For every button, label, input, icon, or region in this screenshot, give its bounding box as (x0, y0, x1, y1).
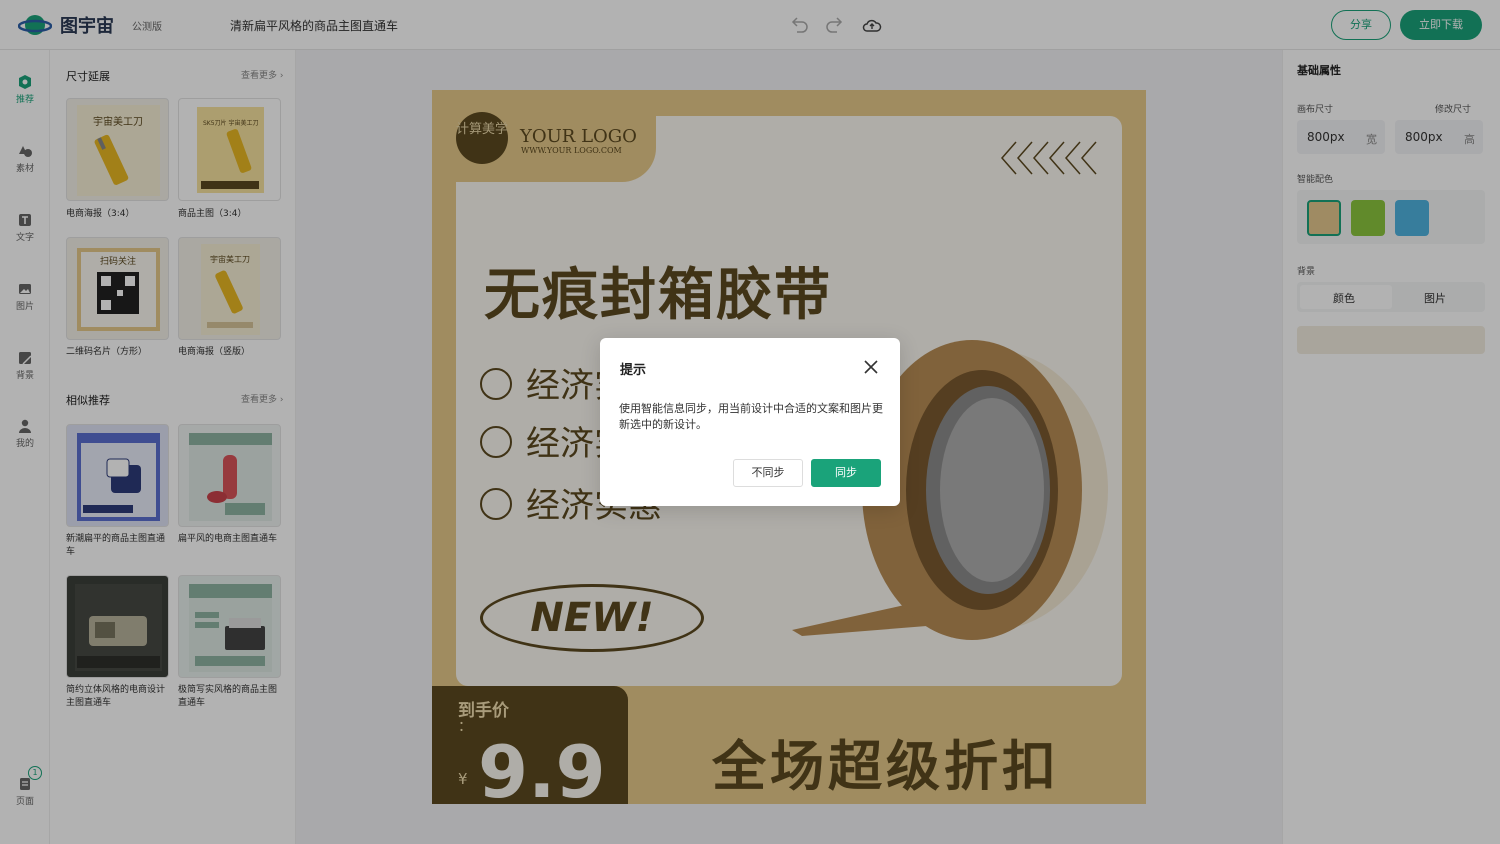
dialog-title: 提示 (620, 363, 647, 378)
sync-dialog: 提示 使用智能信息同步，用当前设计中合适的文案和图片更新选中的新设计。 不同步 … (600, 338, 900, 506)
dialog-message: 使用智能信息同步，用当前设计中合适的文案和图片更新选中的新设计。 (619, 402, 883, 431)
sync-button[interactable]: 同步 (811, 459, 881, 487)
close-icon[interactable] (862, 358, 880, 376)
no-sync-button[interactable]: 不同步 (733, 459, 803, 487)
